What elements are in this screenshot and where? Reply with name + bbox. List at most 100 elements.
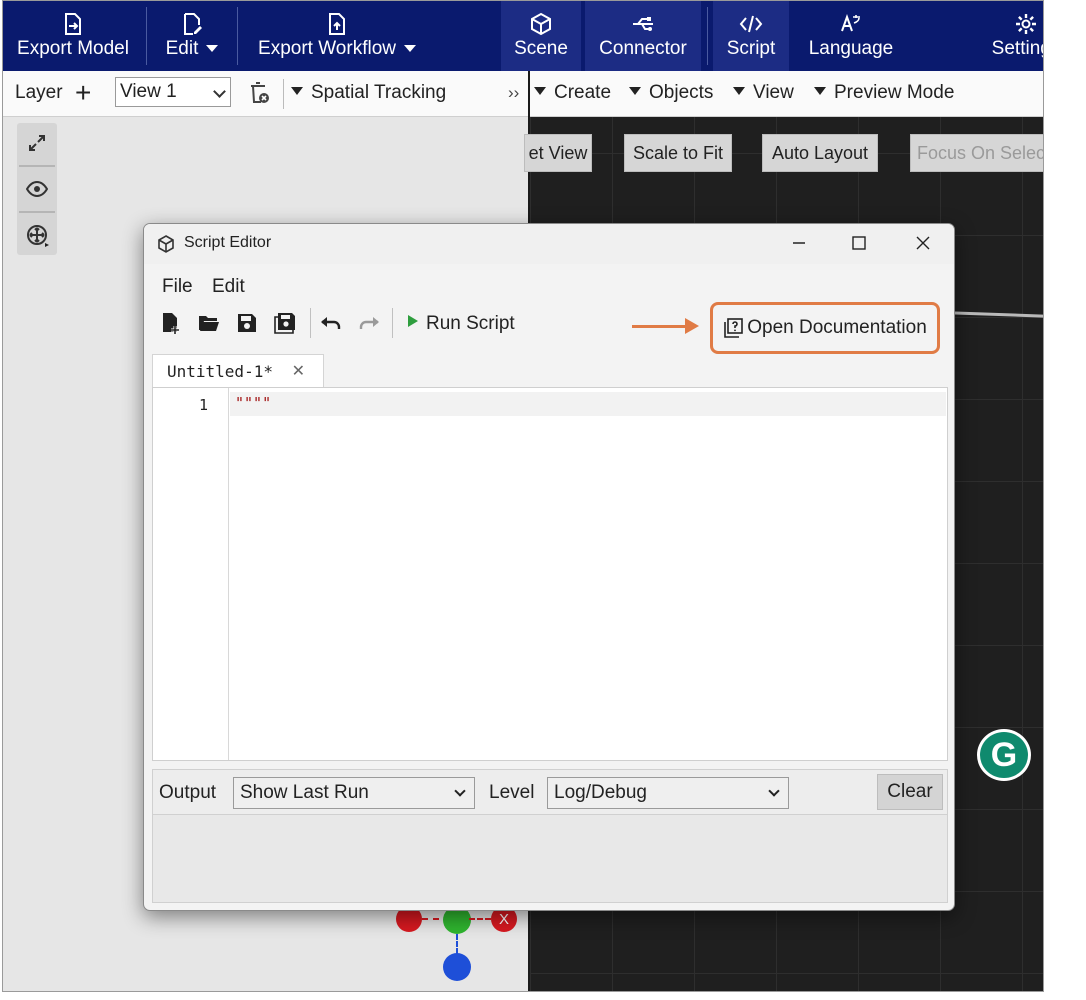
run-script-label: Run Script [426,313,515,334]
output-console[interactable] [152,815,948,903]
code-editor[interactable]: 1 """" [152,387,948,761]
connector-label: Connector [599,38,687,59]
reset-view-label: et View [528,142,588,163]
output-select-value: Show Last Run [240,782,369,803]
page-margin [1044,0,1086,1000]
export-workflow-label: Export Workflow [258,38,396,59]
toolbar-divider [392,308,393,338]
translate-icon [840,12,862,36]
layer-label: Layer [15,82,63,103]
main-toolbar: Export Model Edit Export Workflow Scene [3,1,1043,71]
layer-toolbar: Layer + View 1 Spatial Tracking ›› [3,71,528,117]
close-icon[interactable] [908,230,938,256]
clear-button[interactable]: Clear [877,774,943,810]
scene-label: Scene [514,38,568,59]
output-label: Output [159,782,217,803]
script-button[interactable]: Script [713,1,789,71]
toolbar-divider [283,79,284,109]
play-icon [408,315,418,327]
usb-connector-icon [630,12,656,36]
gear-icon [1015,12,1037,36]
move-icon[interactable] [17,215,57,255]
objects-menu[interactable]: Objects [629,82,713,104]
save-icon[interactable] [234,310,260,336]
add-layer-button[interactable]: + [75,79,91,107]
chevron-down-icon [454,785,466,797]
caret-down-icon [814,87,826,95]
view-select-value: View 1 [120,81,177,102]
reset-view-button[interactable]: et View [524,134,592,172]
run-script-button[interactable]: Run Script [408,313,515,335]
scale-to-fit-button[interactable]: Scale to Fit [624,134,732,172]
view-select[interactable]: View 1 [115,77,231,107]
dialog-title-bar: Script Editor [144,224,954,264]
grammarly-badge[interactable]: G [977,729,1031,781]
close-tab-icon[interactable]: ✕ [292,361,305,381]
open-folder-icon[interactable] [196,310,222,336]
export-model-button[interactable]: Export Model [3,1,143,71]
undo-icon[interactable] [318,310,344,336]
focus-on-selection-label: Focus On Selec [917,142,1044,163]
view-menu[interactable]: View [733,82,794,104]
preview-mode-menu[interactable]: Preview Mode [814,82,954,104]
new-file-icon[interactable] [158,310,184,336]
caret-down-icon [291,87,303,95]
open-documentation-label: Open Documentation [747,317,927,338]
export-file-icon [62,12,84,36]
eye-icon[interactable] [17,169,57,209]
maximize-icon[interactable] [844,230,874,256]
gizmo-x-label: X [498,910,509,928]
delete-view-icon[interactable] [248,81,270,111]
current-line-highlight [230,392,946,416]
badge-letter: G [990,735,1018,774]
redo-icon[interactable] [356,310,382,336]
auto-layout-button[interactable]: Auto Layout [762,134,878,172]
dialog-title: Script Editor [184,234,272,251]
collapse-chevrons-icon[interactable]: ›› [508,83,519,103]
gizmo-blue-handle[interactable] [443,953,471,981]
level-select[interactable]: Log/Debug [547,777,789,809]
chevron-down-icon [768,785,780,797]
settings-label: Settings [991,38,1043,59]
connector-button[interactable]: Connector [585,1,701,71]
edit-menu[interactable]: Edit [212,276,245,298]
scale-to-fit-label: Scale to Fit [632,142,724,163]
create-menu[interactable]: Create [534,82,611,104]
gizmo-x-axis-line [469,918,491,920]
edit-menu-button[interactable]: Edit [149,1,235,71]
focus-on-selection-button[interactable]: Focus On Selec [910,134,1044,172]
export-workflow-button[interactable]: Export Workflow [239,1,435,71]
clear-label: Clear [887,781,933,802]
save-all-icon[interactable] [272,310,298,336]
language-label: Language [808,38,894,59]
edit-file-icon [181,12,203,36]
line-number: 1 [198,396,208,414]
create-label: Create [554,82,612,103]
view-label: View [753,82,794,103]
spatial-tracking-dropdown[interactable]: Spatial Tracking [291,82,446,104]
chevron-down-icon [206,45,219,53]
output-select[interactable]: Show Last Run [233,777,475,809]
export-upload-icon [326,12,348,36]
auto-layout-label: Auto Layout [771,142,869,163]
code-line[interactable]: """" [235,394,271,412]
file-menu[interactable]: File [162,276,193,298]
code-icon [739,12,763,36]
tool-divider [19,165,55,167]
application-window: Export Model Edit Export Workflow Scene [2,0,1044,992]
expand-icon[interactable] [17,123,57,163]
language-button[interactable]: Language [799,1,903,71]
output-toolbar: Output Show Last Run Level Log/Debug Cle… [152,769,948,815]
tab-untitled-1[interactable]: Untitled-1* ✕ [152,354,324,388]
cube-icon [156,234,176,259]
scene-button[interactable]: Scene [501,1,581,71]
toolbar-divider [310,308,311,338]
toolbar-divider [146,7,147,65]
settings-button[interactable]: Settings [983,1,1043,71]
gizmo-y-axis [456,934,458,954]
open-documentation-button[interactable]: Open Documentation [710,302,940,354]
caret-down-icon [733,87,745,95]
callout-arrow [632,325,690,328]
minimize-icon[interactable] [784,230,814,256]
callout-arrow-head [685,318,699,334]
